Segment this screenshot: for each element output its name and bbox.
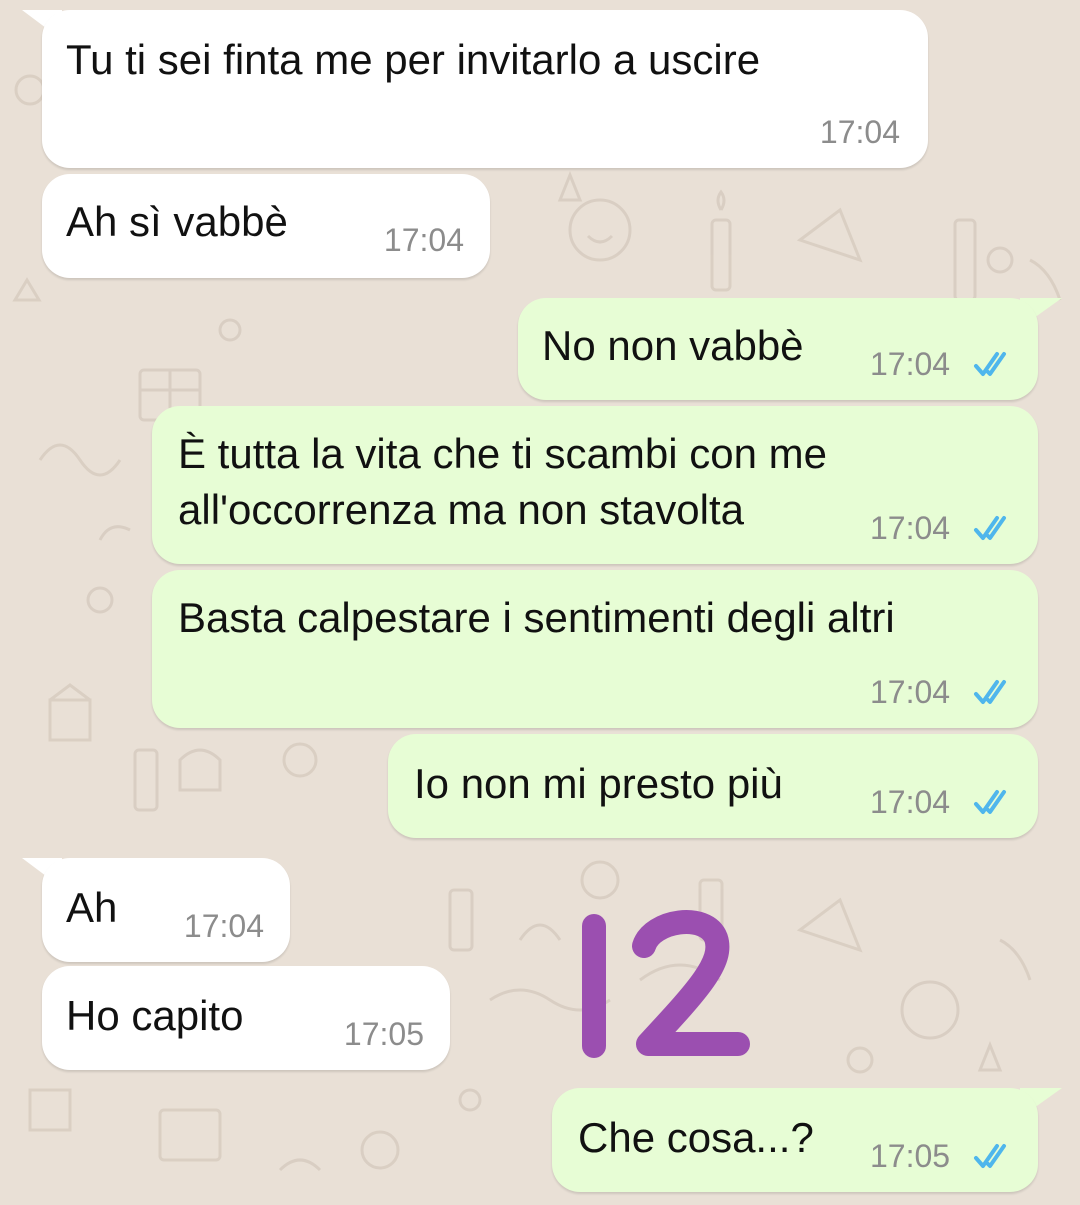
message-time: 17:05 <box>343 1016 424 1052</box>
outgoing-message-bubble[interactable]: Io non mi presto più 17:04 <box>388 734 1038 838</box>
double-check-icon <box>974 352 1006 376</box>
message-text-line: È tutta la vita che ti scambi con me <box>178 430 827 477</box>
message-text: No non vabbè <box>542 322 804 369</box>
outgoing-message-bubble[interactable]: È tutta la vita che ti scambi con me all… <box>152 406 1038 564</box>
incoming-message-bubble[interactable]: Ah 17:04 <box>42 858 290 962</box>
message-time: 17:04 <box>870 510 951 546</box>
outgoing-message-bubble[interactable]: Che cosa...? 17:05 <box>552 1088 1038 1192</box>
message-time: 17:04 <box>183 908 264 944</box>
double-check-icon <box>974 790 1006 814</box>
message-text: Ah <box>66 884 118 931</box>
message-text: Io non mi presto più <box>414 760 783 807</box>
message-time: 17:04 <box>870 674 951 710</box>
message-time: 17:05 <box>870 1138 951 1174</box>
outgoing-message-bubble[interactable]: Basta calpestare i sentimenti degli altr… <box>152 570 1038 728</box>
incoming-message-bubble[interactable]: Tu ti sei finta me per invitarlo a uscir… <box>42 10 928 168</box>
message-text-line: all'occorrenza ma non stavolta <box>178 486 744 533</box>
incoming-message-bubble[interactable]: Ah sì vabbè 17:04 <box>42 174 490 278</box>
message-time: 17:04 <box>819 114 900 150</box>
message-time: 17:04 <box>383 222 464 258</box>
message-text: Tu ti sei finta me per invitarlo a uscir… <box>66 36 761 83</box>
message-text: Basta calpestare i sentimenti degli altr… <box>178 594 895 641</box>
double-check-icon <box>974 516 1006 540</box>
incoming-message-bubble[interactable]: Ho capito 17:05 <box>42 966 450 1070</box>
double-check-icon <box>974 1144 1006 1168</box>
message-text: Ah sì vabbè <box>66 198 288 245</box>
message-text: Che cosa...? <box>578 1114 814 1161</box>
message-text: Ho capito <box>66 992 244 1039</box>
message-time: 17:04 <box>870 784 951 820</box>
outgoing-message-bubble[interactable]: No non vabbè 17:04 <box>518 298 1038 400</box>
message-time: 17:04 <box>870 346 951 382</box>
double-check-icon <box>974 680 1006 704</box>
handwritten-number-overlay <box>582 910 750 1058</box>
